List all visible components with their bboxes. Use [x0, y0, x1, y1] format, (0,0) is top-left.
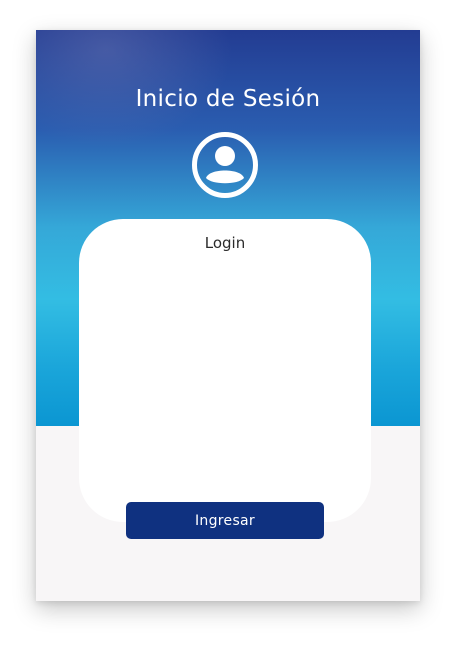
login-screen: Inicio de Sesión Login Ingresar — [36, 30, 420, 601]
user-circle-icon — [192, 132, 258, 198]
submit-button[interactable]: Ingresar — [126, 502, 324, 539]
card-title: Login — [204, 234, 246, 252]
page-title: Inicio de Sesión — [135, 86, 321, 112]
login-card: Login — [79, 219, 371, 522]
page: Inicio de Sesión Login Ingresar — [0, 0, 470, 650]
